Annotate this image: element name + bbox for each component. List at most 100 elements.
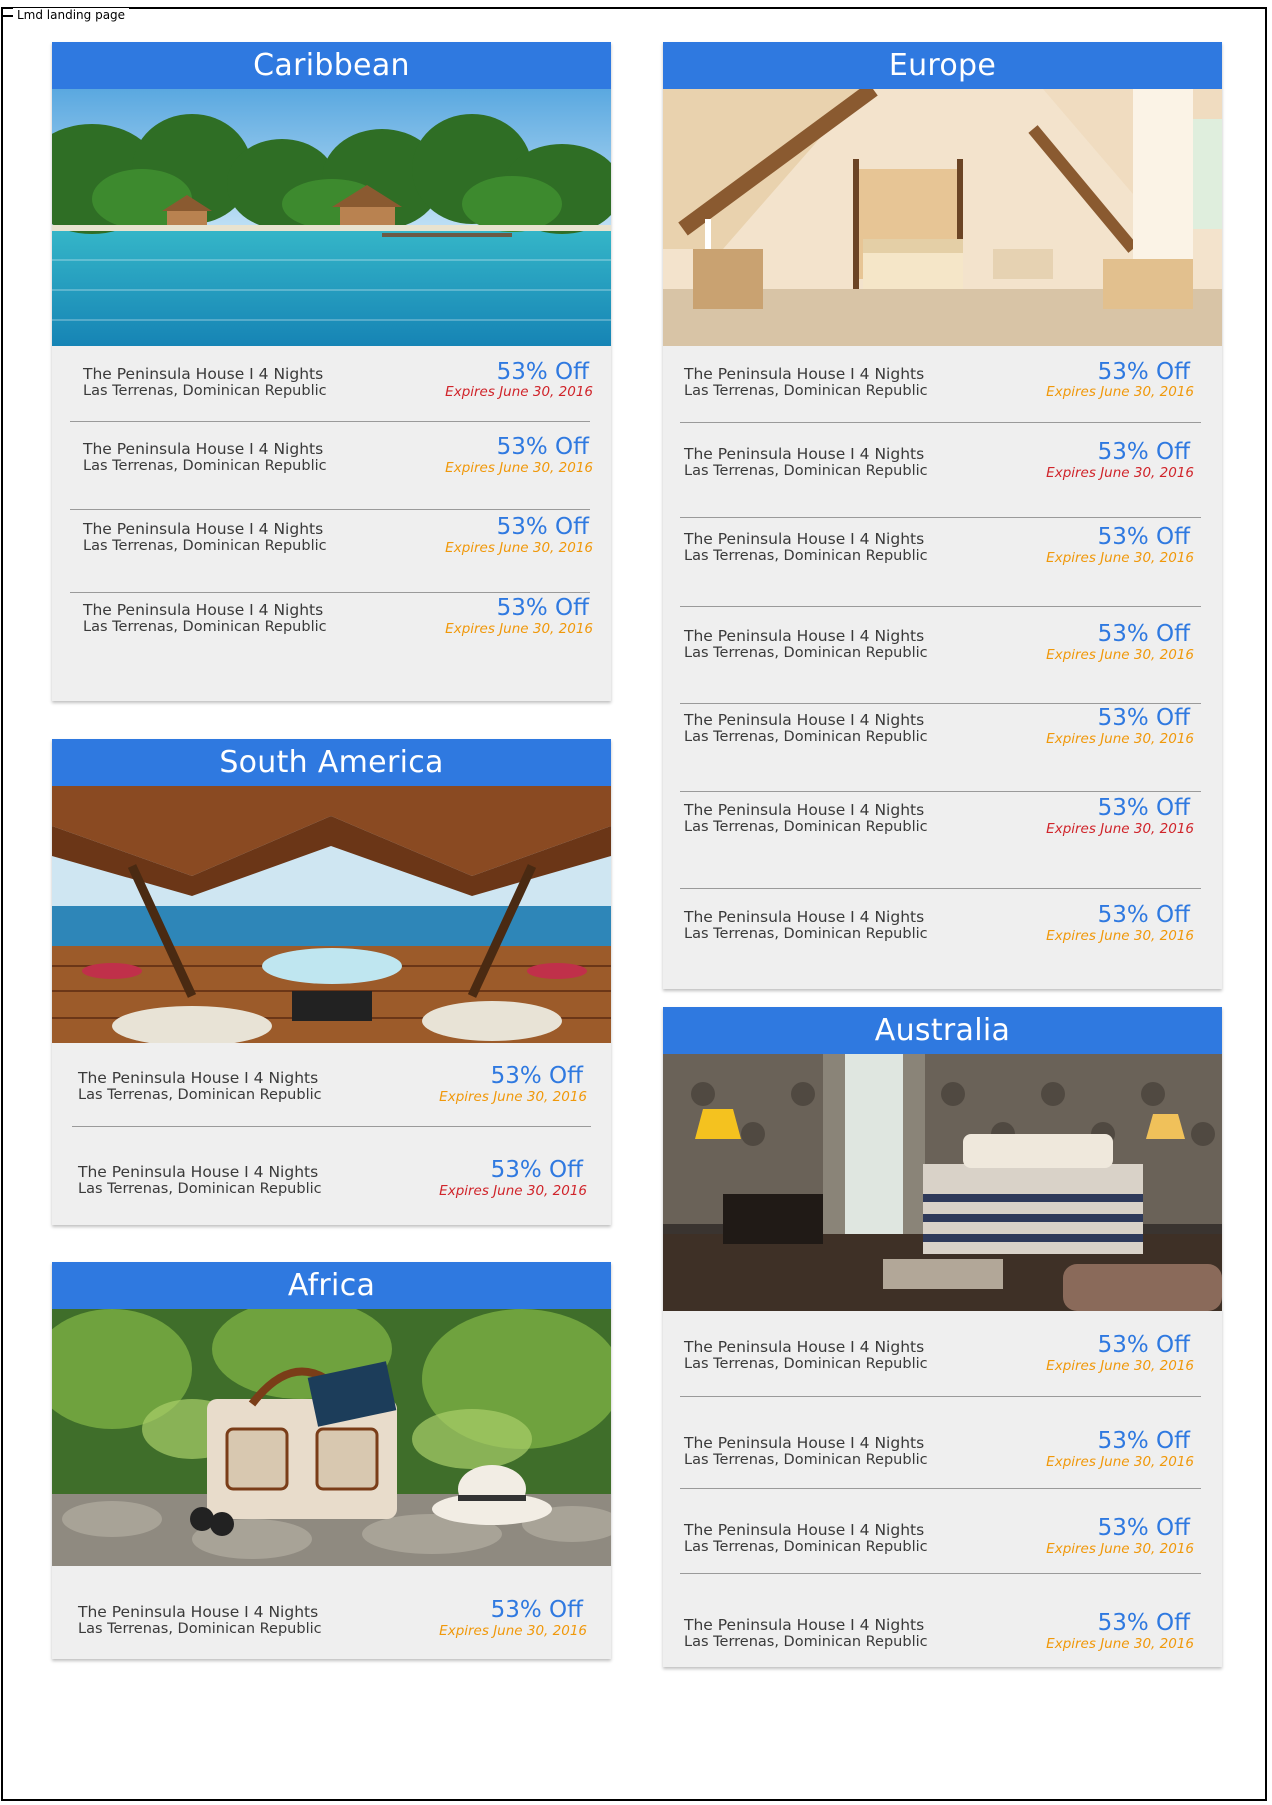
australia-scene bbox=[663, 1054, 1222, 1311]
africa-scene bbox=[52, 1309, 611, 1566]
deal-title[interactable]: The Peninsula House I 4 Nights bbox=[684, 1616, 924, 1634]
deal-expiry: Expires June 30, 2016 bbox=[445, 460, 593, 476]
deal-expiry: Expires June 30, 2016 bbox=[1046, 550, 1194, 566]
card-header: Africa bbox=[52, 1262, 611, 1309]
deal-location: Las Terrenas, Dominican Republic bbox=[684, 819, 928, 835]
card-africa: Africa The Peninsula House I 4 Nights La… bbox=[52, 1262, 611, 1659]
deal-discount: 53% Off bbox=[490, 1597, 583, 1623]
card-south-america: South America The Peninsula House I 4 Ni… bbox=[52, 739, 611, 1225]
deal-title[interactable]: The Peninsula House I 4 Nights bbox=[684, 445, 924, 463]
europe-scene bbox=[663, 89, 1222, 346]
card-caribbean: Caribbean The Peninsula House I 4 Nights… bbox=[52, 42, 611, 701]
deal-discount: 53% Off bbox=[1097, 1428, 1190, 1454]
south-america-scene bbox=[52, 786, 611, 1043]
deal-location: Las Terrenas, Dominican Republic bbox=[684, 1539, 928, 1555]
deal-title[interactable]: The Peninsula House I 4 Nights bbox=[78, 1603, 318, 1621]
card-header: South America bbox=[52, 739, 611, 786]
caribbean-beach-image[interactable] bbox=[52, 89, 611, 346]
deal-discount: 53% Off bbox=[1097, 705, 1190, 731]
deal-expiry: Expires June 30, 2016 bbox=[1046, 1636, 1194, 1652]
deal-title[interactable]: The Peninsula House I 4 Nights bbox=[83, 601, 323, 619]
deal-location: Las Terrenas, Dominican Republic bbox=[684, 729, 928, 745]
deal-title[interactable]: The Peninsula House I 4 Nights bbox=[684, 801, 924, 819]
deal-location: Las Terrenas, Dominican Republic bbox=[83, 538, 327, 554]
deal-expiry: Expires June 30, 2016 bbox=[439, 1623, 587, 1639]
deal-expiry: Expires June 30, 2016 bbox=[445, 621, 593, 637]
deal-discount: 53% Off bbox=[1097, 795, 1190, 821]
card-header: Australia bbox=[663, 1007, 1222, 1054]
divider bbox=[680, 1396, 1201, 1397]
deal-discount: 53% Off bbox=[1097, 902, 1190, 928]
page-label: Lmd landing page bbox=[13, 8, 130, 22]
africa-safari-image[interactable] bbox=[52, 1309, 611, 1566]
divider bbox=[680, 703, 1201, 704]
deal-expiry: Expires June 30, 2016 bbox=[1046, 647, 1194, 663]
deal-title[interactable]: The Peninsula House I 4 Nights bbox=[78, 1163, 318, 1181]
deal-expiry: Expires June 30, 2016 bbox=[445, 384, 593, 400]
deal-expiry: Expires June 30, 2016 bbox=[1046, 731, 1194, 747]
deal-title[interactable]: The Peninsula House I 4 Nights bbox=[684, 627, 924, 645]
deal-location: Las Terrenas, Dominican Republic bbox=[78, 1621, 322, 1637]
deal-expiry: Expires June 30, 2016 bbox=[1046, 465, 1194, 481]
divider bbox=[680, 422, 1201, 423]
deal-location: Las Terrenas, Dominican Republic bbox=[83, 619, 327, 635]
deal-title[interactable]: The Peninsula House I 4 Nights bbox=[83, 365, 323, 383]
deal-discount: 53% Off bbox=[490, 1157, 583, 1183]
divider bbox=[70, 509, 590, 510]
europe-bedroom-image[interactable] bbox=[663, 89, 1222, 346]
deal-expiry: Expires June 30, 2016 bbox=[439, 1089, 587, 1105]
deal-discount: 53% Off bbox=[496, 434, 589, 460]
deal-discount: 53% Off bbox=[496, 595, 589, 621]
deal-title[interactable]: The Peninsula House I 4 Nights bbox=[684, 1338, 924, 1356]
divider bbox=[70, 592, 590, 593]
card-header: Caribbean bbox=[52, 42, 611, 89]
deal-location: Las Terrenas, Dominican Republic bbox=[684, 1452, 928, 1468]
deal-discount: 53% Off bbox=[1097, 524, 1190, 550]
deal-expiry: Expires June 30, 2016 bbox=[445, 540, 593, 556]
deal-discount: 53% Off bbox=[496, 359, 589, 385]
deal-location: Las Terrenas, Dominican Republic bbox=[78, 1181, 322, 1197]
deal-location: Las Terrenas, Dominican Republic bbox=[684, 926, 928, 942]
south-america-deck-image[interactable] bbox=[52, 786, 611, 1043]
deal-discount: 53% Off bbox=[490, 1063, 583, 1089]
deal-expiry: Expires June 30, 2016 bbox=[1046, 1454, 1194, 1470]
card-australia: Australia The Peninsula House I 4 Nights… bbox=[663, 1007, 1222, 1667]
deal-expiry: Expires June 30, 2016 bbox=[1046, 384, 1194, 400]
deal-title[interactable]: The Peninsula House I 4 Nights bbox=[684, 1521, 924, 1539]
deal-discount: 53% Off bbox=[1097, 359, 1190, 385]
deal-location: Las Terrenas, Dominican Republic bbox=[684, 645, 928, 661]
deal-location: Las Terrenas, Dominican Republic bbox=[684, 548, 928, 564]
deal-discount: 53% Off bbox=[1097, 1332, 1190, 1358]
deal-location: Las Terrenas, Dominican Republic bbox=[684, 463, 928, 479]
deal-location: Las Terrenas, Dominican Republic bbox=[83, 383, 327, 399]
deal-expiry: Expires June 30, 2016 bbox=[1046, 1541, 1194, 1557]
deal-expiry: Expires June 30, 2016 bbox=[439, 1183, 587, 1199]
deal-title[interactable]: The Peninsula House I 4 Nights bbox=[78, 1069, 318, 1087]
deal-title[interactable]: The Peninsula House I 4 Nights bbox=[83, 440, 323, 458]
deal-discount: 53% Off bbox=[1097, 1515, 1190, 1541]
deal-title[interactable]: The Peninsula House I 4 Nights bbox=[684, 365, 924, 383]
deal-expiry: Expires June 30, 2016 bbox=[1046, 821, 1194, 837]
deal-location: Las Terrenas, Dominican Republic bbox=[684, 1634, 928, 1650]
deal-title[interactable]: The Peninsula House I 4 Nights bbox=[83, 520, 323, 538]
card-header: Europe bbox=[663, 42, 1222, 89]
card-europe: Europe The Peninsula House I 4 Nights Las… bbox=[663, 42, 1222, 989]
australia-bedroom-image[interactable] bbox=[663, 1054, 1222, 1311]
deal-title[interactable]: The Peninsula House I 4 Nights bbox=[684, 530, 924, 548]
divider bbox=[680, 1573, 1201, 1574]
deal-title[interactable]: The Peninsula House I 4 Nights bbox=[684, 1434, 924, 1452]
deal-expiry: Expires June 30, 2016 bbox=[1046, 928, 1194, 944]
deal-title[interactable]: The Peninsula House I 4 Nights bbox=[684, 908, 924, 926]
divider bbox=[680, 517, 1201, 518]
divider bbox=[72, 1126, 591, 1127]
divider bbox=[680, 791, 1201, 792]
divider bbox=[70, 421, 590, 422]
deal-expiry: Expires June 30, 2016 bbox=[1046, 1358, 1194, 1374]
divider bbox=[680, 606, 1201, 607]
deal-discount: 53% Off bbox=[496, 514, 589, 540]
divider bbox=[680, 1488, 1201, 1489]
deal-discount: 53% Off bbox=[1097, 1610, 1190, 1636]
divider bbox=[680, 888, 1201, 889]
frame-tick bbox=[3, 15, 13, 17]
deal-title[interactable]: The Peninsula House I 4 Nights bbox=[684, 711, 924, 729]
